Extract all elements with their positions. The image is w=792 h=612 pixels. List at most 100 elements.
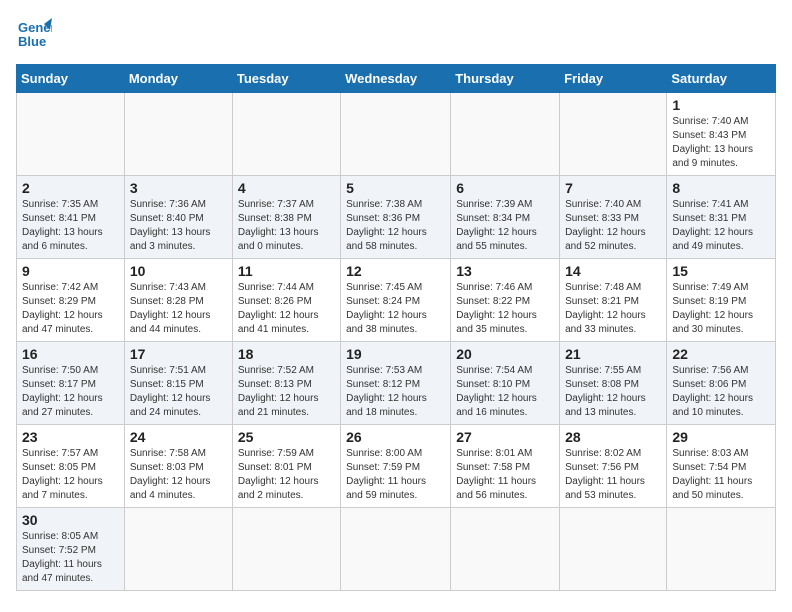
day-number: 16: [22, 346, 119, 362]
day-info: Sunrise: 7:36 AMSunset: 8:40 PMDaylight:…: [130, 198, 227, 254]
day-number: 12: [346, 263, 445, 279]
calendar-cell: 20 Sunrise: 7:54 AMSunset: 8:10 PMDaylig…: [451, 342, 560, 425]
day-number: 11: [238, 263, 335, 279]
day-number: 18: [238, 346, 335, 362]
calendar-cell: 25 Sunrise: 7:59 AMSunset: 8:01 PMDaylig…: [232, 425, 340, 508]
calendar-cell: 12 Sunrise: 7:45 AMSunset: 8:24 PMDaylig…: [341, 259, 451, 342]
calendar-header: SundayMondayTuesdayWednesdayThursdayFrid…: [17, 65, 776, 93]
day-number: 20: [456, 346, 554, 362]
calendar-cell: [17, 93, 125, 176]
day-info: Sunrise: 7:39 AMSunset: 8:34 PMDaylight:…: [456, 198, 554, 254]
calendar-cell: 21 Sunrise: 7:55 AMSunset: 8:08 PMDaylig…: [560, 342, 667, 425]
day-info: Sunrise: 7:40 AMSunset: 8:33 PMDaylight:…: [565, 198, 661, 254]
calendar-cell: 27 Sunrise: 8:01 AMSunset: 7:58 PMDaylig…: [451, 425, 560, 508]
col-header-saturday: Saturday: [667, 65, 776, 93]
day-number: 10: [130, 263, 227, 279]
calendar-cell: 11 Sunrise: 7:44 AMSunset: 8:26 PMDaylig…: [232, 259, 340, 342]
day-info: Sunrise: 7:46 AMSunset: 8:22 PMDaylight:…: [456, 281, 554, 337]
day-info: Sunrise: 7:54 AMSunset: 8:10 PMDaylight:…: [456, 364, 554, 420]
day-number: 1: [672, 97, 770, 113]
day-info: Sunrise: 7:49 AMSunset: 8:19 PMDaylight:…: [672, 281, 770, 337]
day-number: 13: [456, 263, 554, 279]
day-number: 2: [22, 180, 119, 196]
calendar-cell: 7 Sunrise: 7:40 AMSunset: 8:33 PMDayligh…: [560, 176, 667, 259]
calendar-cell: 2 Sunrise: 7:35 AMSunset: 8:41 PMDayligh…: [17, 176, 125, 259]
day-number: 4: [238, 180, 335, 196]
day-info: Sunrise: 7:50 AMSunset: 8:17 PMDaylight:…: [22, 364, 119, 420]
day-number: 27: [456, 429, 554, 445]
calendar-cell: 3 Sunrise: 7:36 AMSunset: 8:40 PMDayligh…: [124, 176, 232, 259]
day-info: Sunrise: 8:05 AMSunset: 7:52 PMDaylight:…: [22, 530, 119, 586]
calendar-cell: 15 Sunrise: 7:49 AMSunset: 8:19 PMDaylig…: [667, 259, 776, 342]
col-header-sunday: Sunday: [17, 65, 125, 93]
col-header-thursday: Thursday: [451, 65, 560, 93]
calendar-cell: [232, 93, 340, 176]
calendar-cell: 29 Sunrise: 8:03 AMSunset: 7:54 PMDaylig…: [667, 425, 776, 508]
calendar-cell: 23 Sunrise: 7:57 AMSunset: 8:05 PMDaylig…: [17, 425, 125, 508]
calendar-cell: [341, 93, 451, 176]
calendar-cell: 8 Sunrise: 7:41 AMSunset: 8:31 PMDayligh…: [667, 176, 776, 259]
calendar-table: SundayMondayTuesdayWednesdayThursdayFrid…: [16, 64, 776, 591]
calendar-cell: [124, 93, 232, 176]
calendar-cell: 13 Sunrise: 7:46 AMSunset: 8:22 PMDaylig…: [451, 259, 560, 342]
day-number: 26: [346, 429, 445, 445]
col-header-wednesday: Wednesday: [341, 65, 451, 93]
day-info: Sunrise: 7:44 AMSunset: 8:26 PMDaylight:…: [238, 281, 335, 337]
calendar-cell: [232, 508, 340, 591]
day-info: Sunrise: 7:55 AMSunset: 8:08 PMDaylight:…: [565, 364, 661, 420]
day-info: Sunrise: 7:56 AMSunset: 8:06 PMDaylight:…: [672, 364, 770, 420]
day-info: Sunrise: 7:57 AMSunset: 8:05 PMDaylight:…: [22, 447, 119, 503]
day-number: 8: [672, 180, 770, 196]
day-info: Sunrise: 7:42 AMSunset: 8:29 PMDaylight:…: [22, 281, 119, 337]
day-info: Sunrise: 7:43 AMSunset: 8:28 PMDaylight:…: [130, 281, 227, 337]
calendar-cell: 17 Sunrise: 7:51 AMSunset: 8:15 PMDaylig…: [124, 342, 232, 425]
day-number: 5: [346, 180, 445, 196]
day-info: Sunrise: 7:53 AMSunset: 8:12 PMDaylight:…: [346, 364, 445, 420]
day-number: 9: [22, 263, 119, 279]
calendar-cell: [124, 508, 232, 591]
day-number: 17: [130, 346, 227, 362]
day-info: Sunrise: 7:35 AMSunset: 8:41 PMDaylight:…: [22, 198, 119, 254]
calendar-cell: 26 Sunrise: 8:00 AMSunset: 7:59 PMDaylig…: [341, 425, 451, 508]
logo: General Blue: [16, 16, 56, 52]
calendar-cell: 30 Sunrise: 8:05 AMSunset: 7:52 PMDaylig…: [17, 508, 125, 591]
calendar-cell: 24 Sunrise: 7:58 AMSunset: 8:03 PMDaylig…: [124, 425, 232, 508]
col-header-friday: Friday: [560, 65, 667, 93]
day-number: 19: [346, 346, 445, 362]
col-header-tuesday: Tuesday: [232, 65, 340, 93]
calendar-cell: 10 Sunrise: 7:43 AMSunset: 8:28 PMDaylig…: [124, 259, 232, 342]
day-info: Sunrise: 7:45 AMSunset: 8:24 PMDaylight:…: [346, 281, 445, 337]
day-number: 21: [565, 346, 661, 362]
calendar-cell: [667, 508, 776, 591]
calendar-cell: 14 Sunrise: 7:48 AMSunset: 8:21 PMDaylig…: [560, 259, 667, 342]
calendar-cell: 9 Sunrise: 7:42 AMSunset: 8:29 PMDayligh…: [17, 259, 125, 342]
day-info: Sunrise: 7:48 AMSunset: 8:21 PMDaylight:…: [565, 281, 661, 337]
calendar-cell: [560, 93, 667, 176]
col-header-monday: Monday: [124, 65, 232, 93]
day-number: 24: [130, 429, 227, 445]
page-header: General Blue: [16, 16, 776, 52]
calendar-cell: 4 Sunrise: 7:37 AMSunset: 8:38 PMDayligh…: [232, 176, 340, 259]
svg-text:Blue: Blue: [18, 34, 46, 49]
day-number: 28: [565, 429, 661, 445]
calendar-cell: 28 Sunrise: 8:02 AMSunset: 7:56 PMDaylig…: [560, 425, 667, 508]
day-number: 30: [22, 512, 119, 528]
logo-icon: General Blue: [16, 16, 52, 52]
calendar-cell: 22 Sunrise: 7:56 AMSunset: 8:06 PMDaylig…: [667, 342, 776, 425]
day-info: Sunrise: 7:59 AMSunset: 8:01 PMDaylight:…: [238, 447, 335, 503]
day-info: Sunrise: 7:51 AMSunset: 8:15 PMDaylight:…: [130, 364, 227, 420]
day-number: 22: [672, 346, 770, 362]
day-info: Sunrise: 8:01 AMSunset: 7:58 PMDaylight:…: [456, 447, 554, 503]
day-info: Sunrise: 7:41 AMSunset: 8:31 PMDaylight:…: [672, 198, 770, 254]
calendar-cell: 5 Sunrise: 7:38 AMSunset: 8:36 PMDayligh…: [341, 176, 451, 259]
day-number: 25: [238, 429, 335, 445]
day-info: Sunrise: 7:37 AMSunset: 8:38 PMDaylight:…: [238, 198, 335, 254]
day-number: 15: [672, 263, 770, 279]
day-info: Sunrise: 7:38 AMSunset: 8:36 PMDaylight:…: [346, 198, 445, 254]
calendar-cell: 6 Sunrise: 7:39 AMSunset: 8:34 PMDayligh…: [451, 176, 560, 259]
calendar-cell: [451, 93, 560, 176]
day-number: 6: [456, 180, 554, 196]
day-info: Sunrise: 7:40 AMSunset: 8:43 PMDaylight:…: [672, 115, 770, 171]
day-number: 7: [565, 180, 661, 196]
day-info: Sunrise: 7:58 AMSunset: 8:03 PMDaylight:…: [130, 447, 227, 503]
